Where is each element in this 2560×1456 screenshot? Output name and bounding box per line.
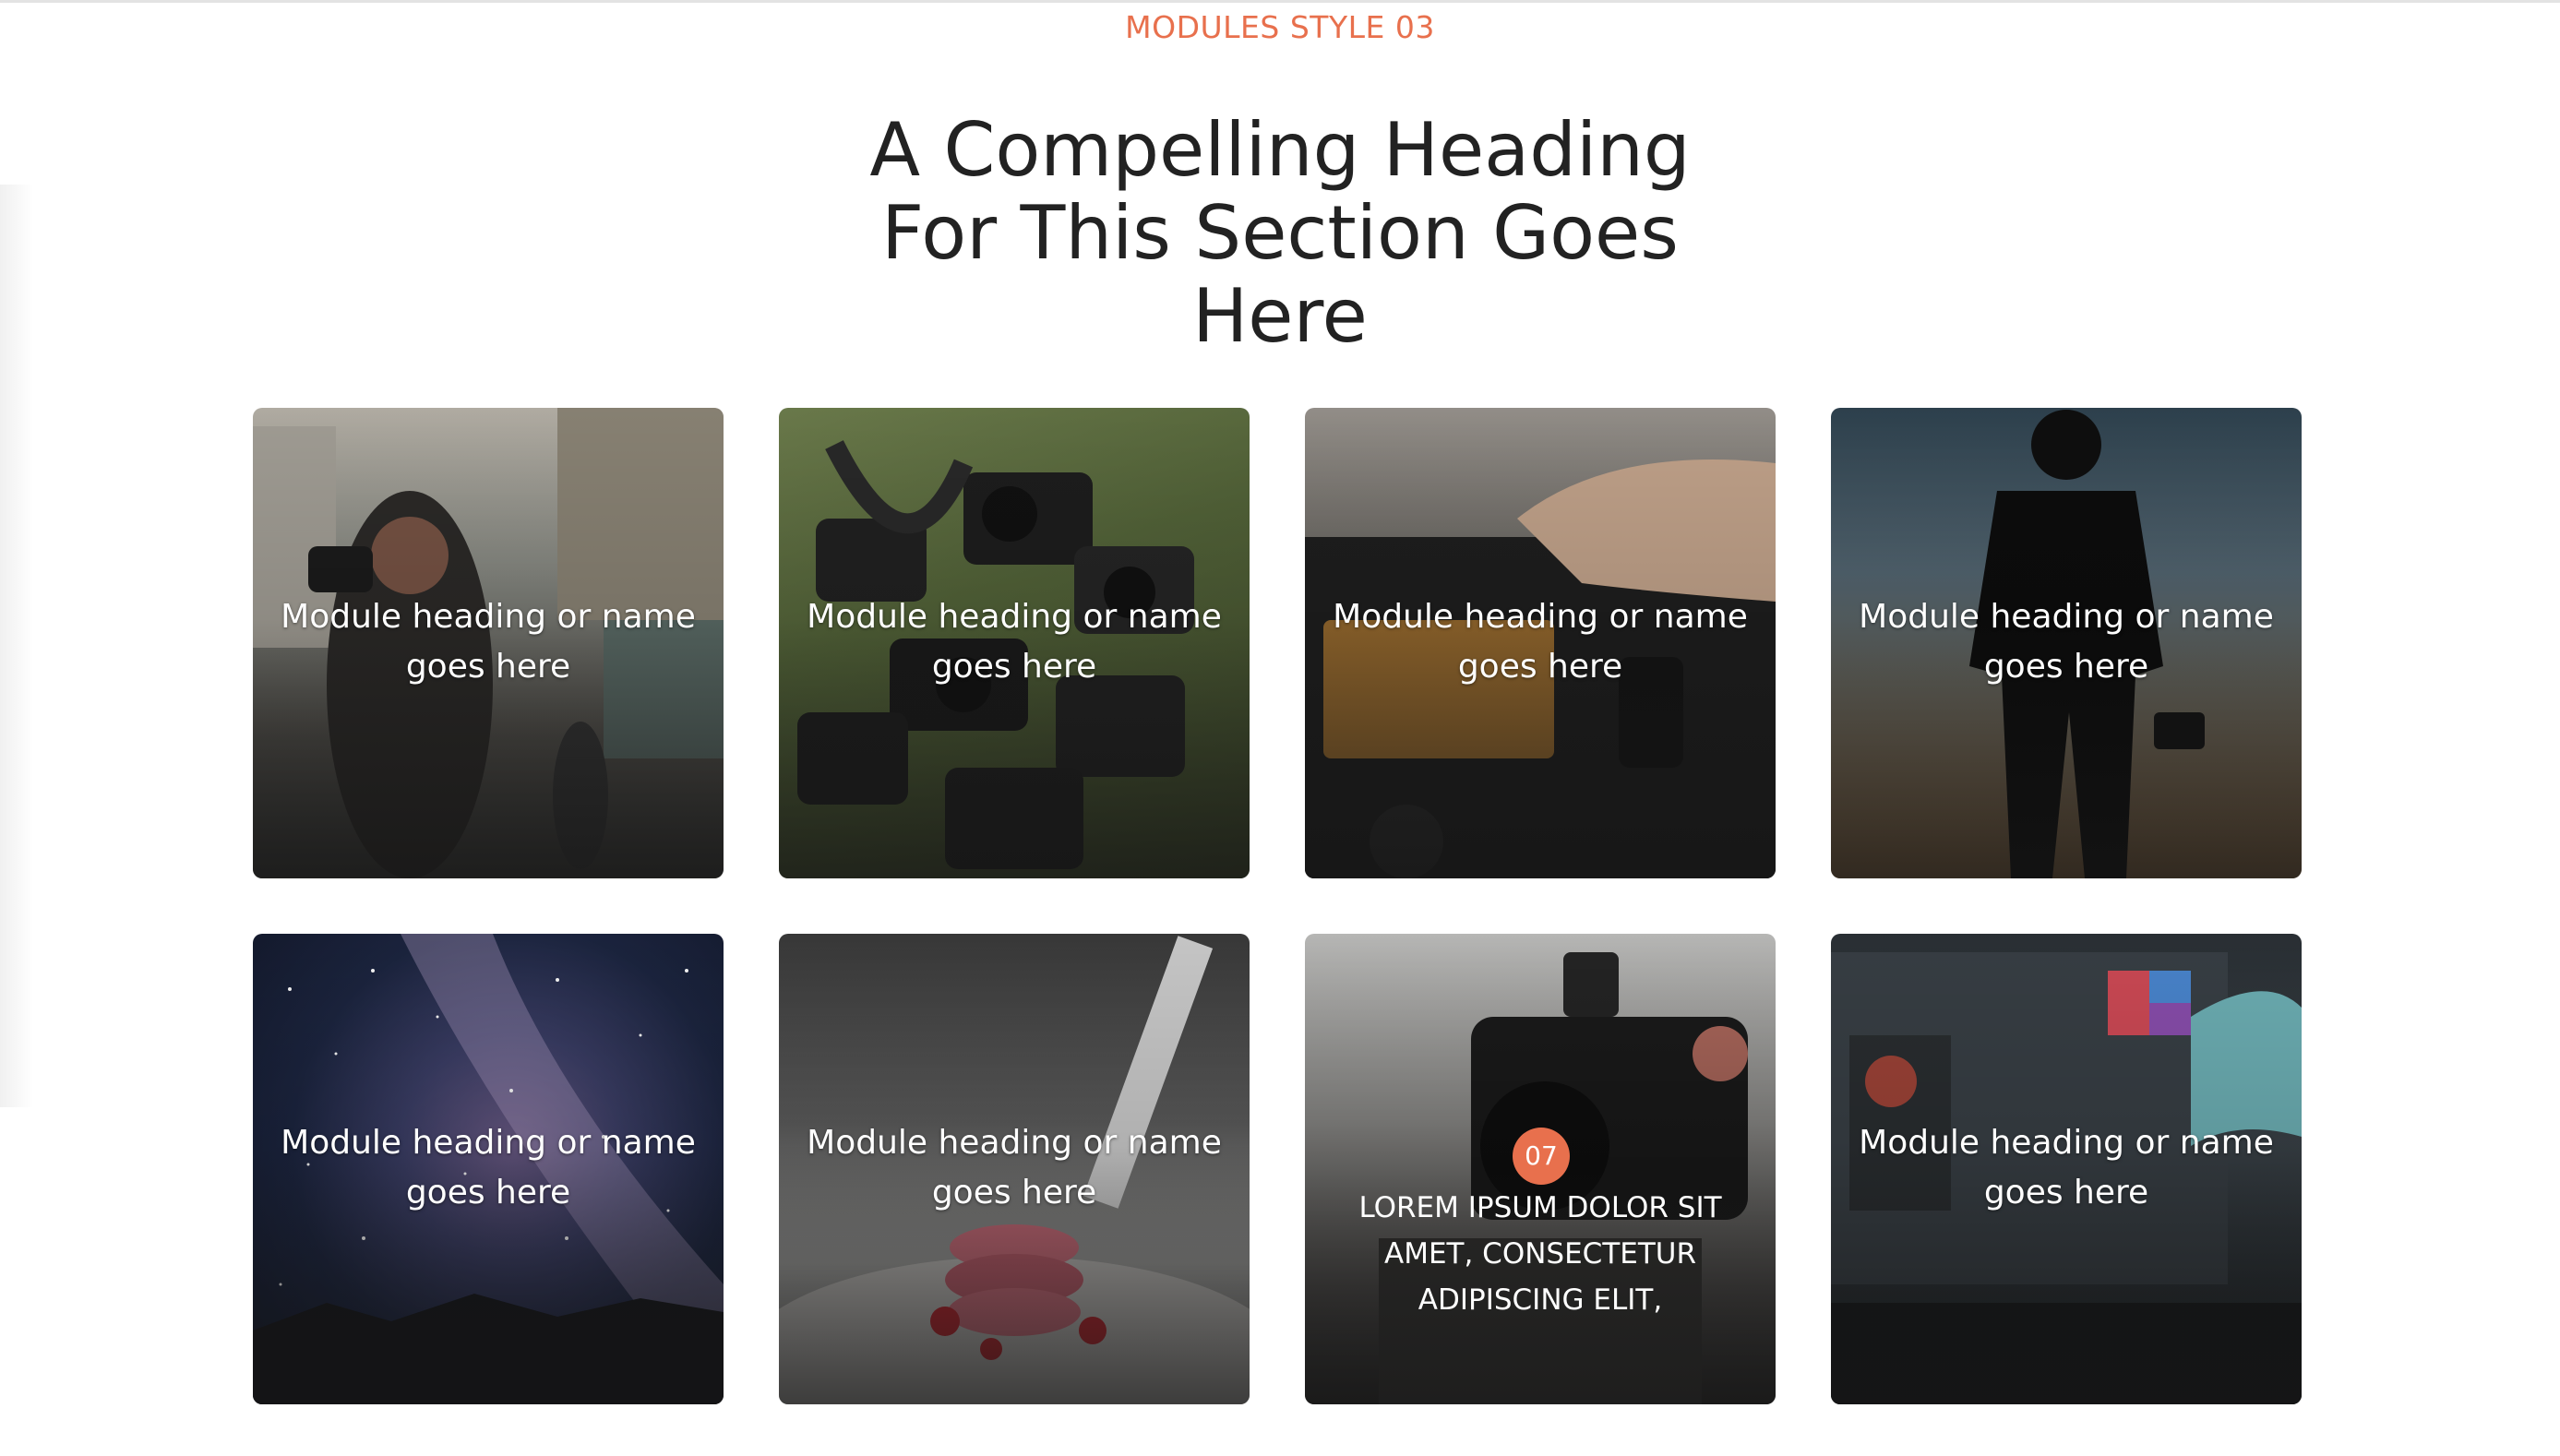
card-title: Module heading or name goes here	[1859, 598, 2274, 686]
module-card-7[interactable]: 07 LOREM IPSUM DOLOR SIT AMET, CONSECTET…	[1305, 934, 1776, 1404]
module-card-2[interactable]: Module heading or name goes here	[779, 408, 1250, 878]
module-card-6[interactable]: Module heading or name goes here	[779, 934, 1250, 1404]
module-card-8[interactable]: Module heading or name goes here	[1831, 934, 2302, 1404]
number-badge: 07	[1513, 1128, 1570, 1185]
module-card-3[interactable]: Module heading or name goes here	[1305, 408, 1776, 878]
card-body-text: LOREM IPSUM DOLOR SIT AMET, CONSECTETUR …	[1358, 1191, 1722, 1317]
module-card-1[interactable]: Module heading or name goes here	[253, 408, 724, 878]
section-eyebrow: MODULES STYLE 03	[1125, 9, 1435, 45]
section-heading: A Compelling Heading For This Section Go…	[869, 107, 1691, 359]
module-card-4[interactable]: Module heading or name goes here	[1831, 408, 2302, 878]
card-title: Module heading or name goes here	[1333, 598, 1748, 686]
module-card-5[interactable]: Module heading or name goes here	[253, 934, 724, 1404]
card-title: Module heading or name goes here	[1859, 1124, 2274, 1211]
card-title: Module heading or name goes here	[281, 598, 696, 686]
top-divider	[0, 0, 2560, 3]
card-title: Module heading or name goes here	[281, 1124, 696, 1211]
card-title: Module heading or name goes here	[807, 1124, 1222, 1211]
card-title: Module heading or name goes here	[807, 598, 1222, 686]
left-edge-shadow	[0, 185, 33, 1107]
